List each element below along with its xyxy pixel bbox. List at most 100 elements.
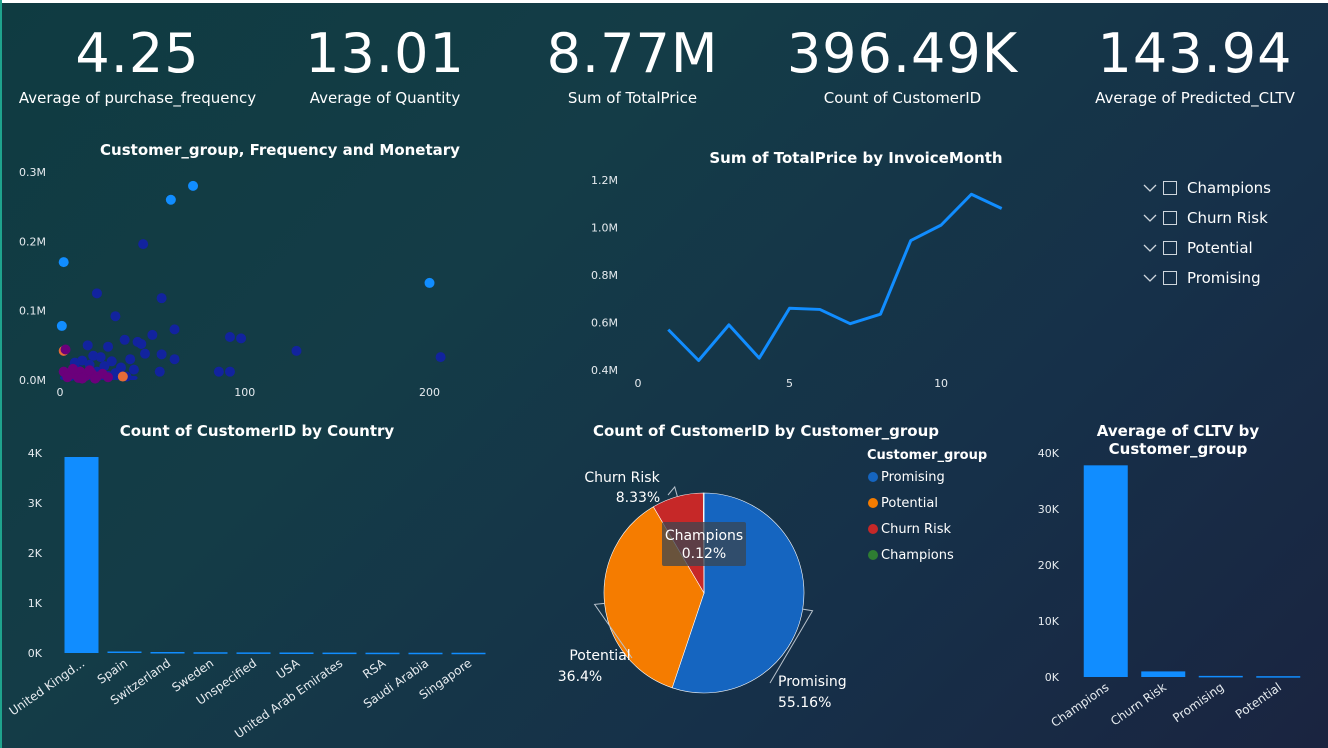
kpi-quantity: 13.01 Average of Quantity: [280, 22, 490, 108]
scatter-point: [139, 348, 150, 359]
scatter-point: [136, 338, 147, 349]
scatter-point: [169, 324, 180, 335]
legend-item-churn-risk[interactable]: Churn Risk: [1143, 209, 1268, 227]
y-tick-label: 1.2M: [591, 174, 618, 187]
bar: [451, 652, 486, 655]
scatter-point: [169, 354, 180, 365]
scatter-point: [95, 352, 106, 363]
y-tick-label: 0.8M: [591, 269, 618, 282]
scatter-point: [224, 332, 235, 343]
y-tick-label: 2K: [28, 547, 43, 560]
legend-label: Potential: [881, 496, 938, 511]
legend-marker: [868, 524, 878, 534]
checkbox-icon[interactable]: [1163, 211, 1177, 225]
scatter-point: [165, 194, 176, 205]
leader-line: [667, 485, 678, 497]
y-tick-label: 4K: [28, 447, 43, 460]
x-tick-label: RSA: [360, 656, 389, 682]
scatter-point: [77, 373, 88, 384]
y-tick-label: 1.0M: [591, 222, 618, 235]
legend-item-champions[interactable]: Champions: [1143, 179, 1271, 197]
scatter-point: [154, 366, 165, 377]
scatter-point: [82, 340, 93, 351]
legend-marker: [868, 472, 878, 482]
bar: [1083, 465, 1128, 677]
pie-chart[interactable]: Promising 55.16% Potential 36.4% Churn Risk 8…: [520, 440, 1000, 740]
kpi-value: 396.49K: [786, 22, 1019, 85]
x-tick-label: Champions: [1048, 680, 1111, 730]
pie-label: Churn Risk: [584, 470, 660, 486]
bar: [1141, 671, 1186, 677]
scatter-point: [236, 333, 247, 344]
top-border: [0, 0, 1328, 3]
y-tick-label: 20K: [1038, 559, 1060, 572]
kpi-label: Sum of TotalPrice: [567, 89, 698, 107]
bar: [322, 652, 357, 655]
bar: [1198, 675, 1243, 678]
scatter-point: [435, 352, 446, 363]
x-tick-label: Spain: [95, 656, 130, 687]
scatter-point: [84, 365, 95, 376]
kpi-total-price: 8.77M Sum of TotalPrice: [520, 22, 745, 108]
line-chart[interactable]: 0.4M 0.6M 0.8M 1.0M 1.2M 0 5 10: [560, 165, 1120, 395]
y-tick-label: 30K: [1038, 503, 1060, 516]
scatter-point: [125, 354, 136, 365]
scatter-point: [128, 364, 139, 375]
legend-item-promising[interactable]: Promising: [1143, 269, 1261, 287]
y-tick-label: 0.4M: [591, 364, 618, 377]
legend-item-potential[interactable]: Potential: [1143, 239, 1253, 257]
scatter-point: [119, 334, 130, 345]
bar: [64, 457, 99, 653]
kpi-label: Count of CustomerID: [823, 89, 982, 107]
pie-pct: 8.33%: [616, 490, 660, 506]
scatter-point: [110, 311, 121, 322]
checkbox-icon[interactable]: [1163, 181, 1177, 195]
x-tick-label: 100: [234, 386, 255, 399]
scatter-point: [103, 372, 114, 383]
scatter-point: [91, 288, 102, 299]
line-series-totalprice: [667, 192, 1003, 362]
country-bar-chart[interactable]: 0K1K2K3K4KUnited Kingd... SpainSwitzerlan…: [0, 440, 500, 745]
scatter-point: [90, 373, 101, 384]
legend-label: Promising: [1187, 269, 1261, 287]
kpi-label: Average of purchase_frequency: [18, 89, 257, 107]
bar: [1256, 676, 1301, 678]
kpi-label: Average of Quantity: [309, 89, 461, 107]
y-tick-label: 0.0M: [19, 374, 46, 387]
y-tick-label: 0.1M: [19, 305, 46, 318]
pie-pct: 36.4%: [558, 669, 602, 685]
scatter-point: [67, 363, 78, 374]
kpi-predicted-cltv: 143.94 Average of Predicted_CLTV: [1075, 22, 1315, 108]
scatter-point: [224, 366, 235, 377]
checkbox-icon[interactable]: [1163, 271, 1177, 285]
bar: [408, 652, 443, 655]
scatter-point: [56, 320, 67, 331]
scatter-point: [117, 371, 128, 382]
kpi-value: 8.77M: [546, 22, 719, 85]
y-tick-label: 0K: [1045, 671, 1060, 684]
checkbox-icon[interactable]: [1163, 241, 1177, 255]
legend-label: Churn Risk: [1187, 209, 1268, 227]
legend-label: Champions: [881, 548, 954, 563]
legend-label: Promising: [881, 470, 945, 485]
scatter-point: [58, 257, 69, 268]
scatter-point: [147, 329, 158, 340]
legend-label: Champions: [1187, 179, 1271, 197]
scatter-chart[interactable]: 0.0M 0.1M 0.2M 0.3M 0 100 200: [0, 160, 480, 405]
x-tick-label: 0: [635, 377, 642, 390]
chevron-down-icon: [1143, 244, 1157, 252]
pie-pct: 55.16%: [778, 695, 831, 711]
kpi-label: Average of Predicted_CLTV: [1095, 89, 1295, 107]
kpi-customer-count: 396.49K Count of CustomerID: [780, 22, 1025, 108]
y-tick-label: 40K: [1038, 447, 1060, 460]
chevron-down-icon: [1143, 184, 1157, 192]
x-tick-label: 10: [934, 377, 948, 390]
scatter-point: [291, 345, 302, 356]
cltv-bar-chart[interactable]: 0K 10K 20K 30K 40K ChampionsChurn Risk Promisi…: [1020, 440, 1325, 745]
bar: [150, 652, 185, 654]
x-tick-label: United Kingd...: [7, 656, 88, 718]
pie-chart-title: Count of CustomerID by Customer_group: [592, 422, 940, 440]
legend-label: Churn Risk: [881, 522, 951, 537]
scatter-point: [138, 239, 149, 250]
bar: [279, 652, 314, 654]
